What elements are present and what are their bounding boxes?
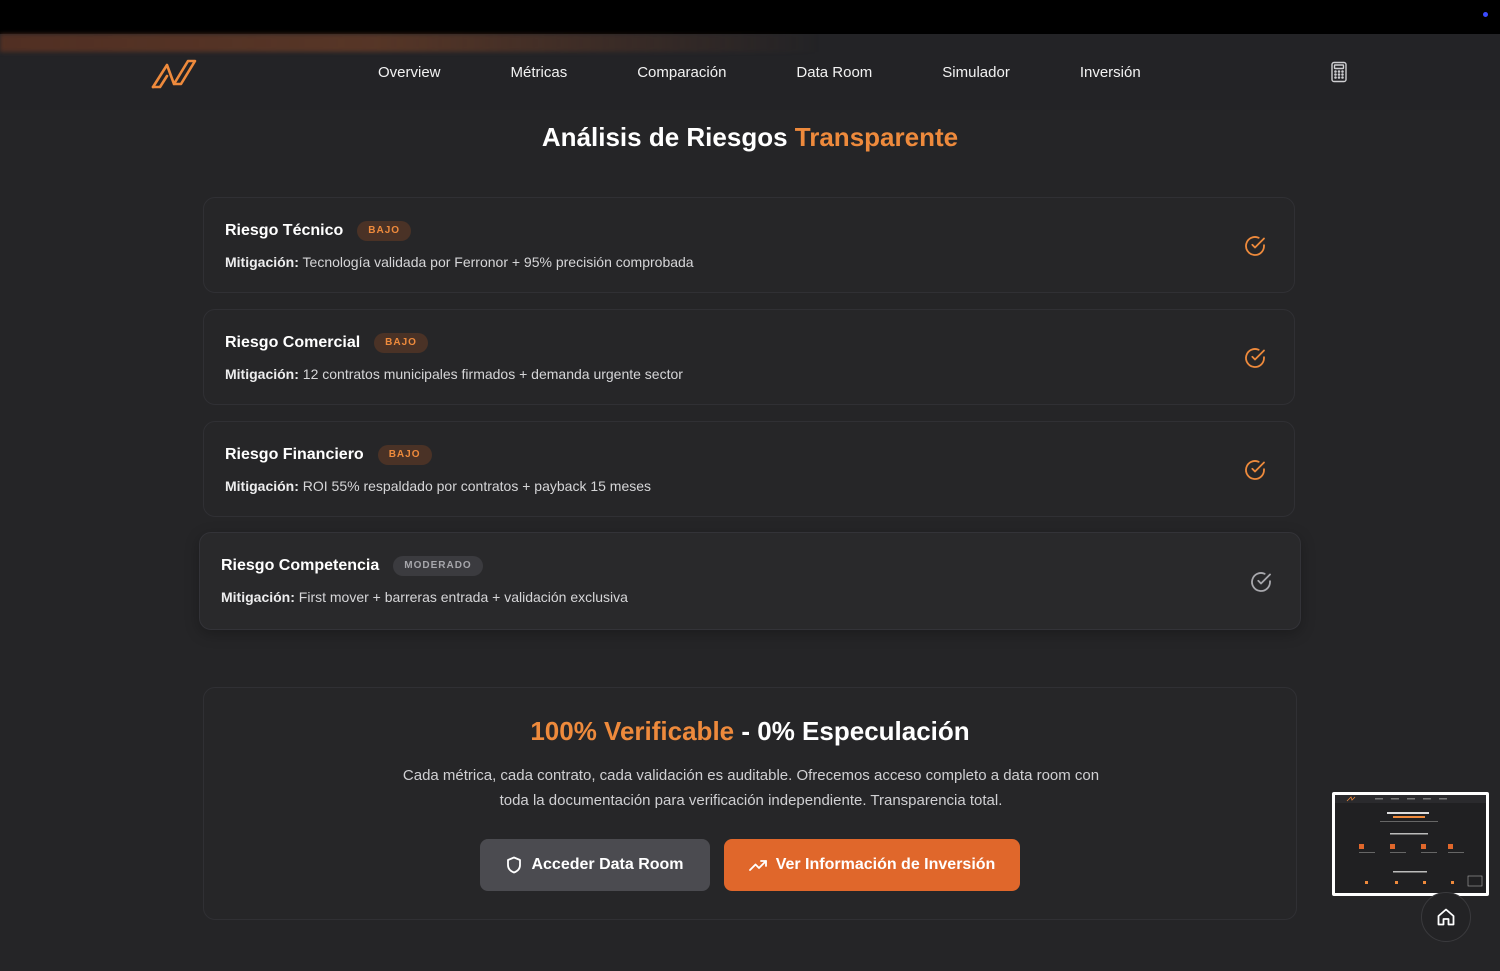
risk-title: Riesgo Competencia [221, 557, 380, 574]
mitigation-text: Tecnología validada por Ferronor + 95% p… [298, 254, 694, 270]
check-circle-icon [1251, 572, 1271, 592]
risk-mitigation: Mitigación: ROI 55% respaldado por contr… [225, 478, 651, 494]
risk-header: Riesgo Financiero BAJO [225, 445, 432, 465]
risk-title: Riesgo Técnico [225, 222, 344, 239]
nav-simulador[interactable]: Simulador [907, 64, 1045, 81]
check-circle-icon [1245, 236, 1265, 256]
home-button[interactable] [1421, 892, 1471, 942]
cta-title: 100% Verificable - 0% Especulación [204, 716, 1296, 747]
nav-comparacion[interactable]: Comparación [602, 64, 761, 81]
investment-info-label: Ver Información de Inversión [775, 856, 996, 873]
risk-level-badge: MODERADO [393, 556, 483, 576]
cta-description: Cada métrica, cada contrato, cada valida… [402, 767, 1100, 809]
check-circle-icon [1245, 460, 1265, 480]
nav-inversion[interactable]: Inversión [1045, 64, 1176, 81]
risk-title: Riesgo Comercial [225, 334, 361, 351]
risk-mitigation: Mitigación: First mover + barreras entra… [221, 589, 628, 605]
risk-header: Riesgo Competencia MODERADO [221, 556, 483, 576]
shield-icon [507, 856, 522, 874]
risk-card-financiero[interactable]: Riesgo Financiero BAJO Mitigación: ROI 5… [203, 421, 1295, 517]
nav-data-room[interactable]: Data Room [761, 64, 907, 81]
investment-info-button[interactable]: Ver Información de Inversión [724, 839, 1020, 891]
browser-top-bar [0, 0, 1500, 34]
preview-miniature [1335, 795, 1486, 893]
calculator-icon[interactable] [1328, 61, 1350, 83]
nav-metricas[interactable]: Métricas [476, 64, 603, 81]
risk-title: Riesgo Financiero [225, 446, 364, 463]
mitigation-label: Mitigación: [225, 478, 299, 494]
section-title-main: Análisis de Riesgos [541, 122, 795, 152]
section-title-accent: Transparente [794, 122, 959, 152]
cta-title-rest: - 0% Especulación [734, 716, 970, 746]
top-navigation: Overview Métricas Comparación Data Room … [0, 34, 1500, 110]
trending-up-icon [748, 860, 767, 871]
risk-card-tecnico[interactable]: Riesgo Técnico BAJO Mitigación: Tecnolog… [203, 197, 1295, 293]
risk-level-badge: BAJO [357, 221, 412, 241]
indicator-dot [1483, 12, 1488, 17]
mitigation-text: ROI 55% respaldado por contratos + payba… [298, 478, 652, 494]
risk-level-badge: BAJO [377, 445, 432, 465]
risk-level-badge: BAJO [374, 333, 428, 353]
check-circle-icon [1245, 348, 1265, 368]
risk-header: Riesgo Técnico BAJO [225, 221, 412, 241]
risk-header: Riesgo Comercial BAJO [225, 333, 428, 353]
mitigation-text: First mover + barreras entrada + validac… [294, 589, 628, 605]
risk-card-competencia[interactable]: Riesgo Competencia MODERADO Mitigación: … [199, 532, 1301, 630]
access-data-room-label: Acceder Data Room [531, 856, 684, 873]
section-title: Análisis de Riesgos Transparente [0, 122, 1500, 153]
logo-icon[interactable] [150, 56, 198, 90]
nav-overview[interactable]: Overview [343, 64, 476, 81]
mitigation-text: 12 contratos municipales firmados + dema… [298, 366, 683, 382]
risk-mitigation: Mitigación: 12 contratos municipales fir… [225, 366, 683, 382]
home-icon [1437, 908, 1455, 926]
page-preview-thumbnail[interactable] [1332, 792, 1489, 896]
mitigation-label: Mitigación: [225, 366, 299, 382]
risk-mitigation: Mitigación: Tecnología validada por Ferr… [225, 254, 694, 270]
access-data-room-button[interactable]: Acceder Data Room [480, 839, 710, 891]
cta-title-accent: 100% Verificable [530, 716, 735, 746]
risk-card-comercial[interactable]: Riesgo Comercial BAJO Mitigación: 12 con… [203, 309, 1295, 405]
mitigation-label: Mitigación: [221, 589, 295, 605]
mitigation-label: Mitigación: [225, 254, 299, 270]
verification-cta: 100% Verificable - 0% Especulación Cada … [203, 687, 1297, 920]
nav-links: Overview Métricas Comparación Data Room … [343, 34, 1176, 110]
